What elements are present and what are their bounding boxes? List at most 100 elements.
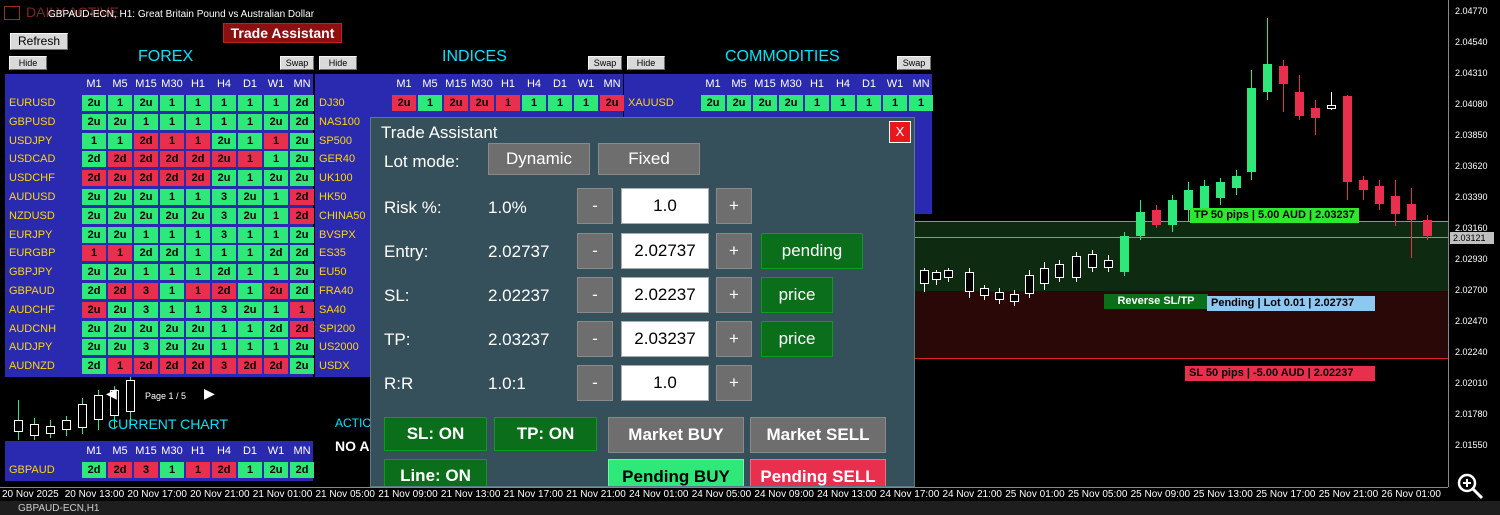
signal-cell-d1[interactable]: 2u — [238, 207, 262, 224]
signal-cell-m15[interactable]: 1 — [134, 226, 158, 243]
symbol-label[interactable]: NZDUSD — [5, 210, 81, 222]
signal-cell-m5[interactable]: 1 — [108, 132, 132, 149]
signal-cell-w1[interactable]: 1 — [264, 151, 288, 168]
sl-price-button[interactable]: price — [761, 277, 833, 313]
signal-cell-h1[interactable]: 1 — [186, 245, 210, 262]
indices-row[interactable]: DJ30 2u 1 2u 2u 1 1 1 1 2u — [315, 94, 625, 112]
signal-cell-m1[interactable]: 2u — [82, 95, 106, 111]
signal-cell-h4[interactable]: 3 — [212, 207, 236, 224]
signal-cell-m15[interactable]: 2u — [134, 189, 158, 205]
entry-input[interactable]: 2.02737 — [621, 233, 709, 269]
symbol-label[interactable]: AUDJPY — [5, 341, 81, 353]
signal-cell-m30[interactable]: 2u — [470, 95, 494, 111]
signal-cell-d1[interactable]: 1 — [238, 170, 262, 187]
signal-cell-d1[interactable]: 1 — [238, 132, 262, 149]
signal-cell-m15[interactable]: 2d — [134, 245, 158, 262]
entry-minus-button[interactable]: - — [577, 233, 613, 269]
symbol-label[interactable]: XAUUSD — [624, 97, 700, 109]
signal-cell-m5[interactable]: 1 — [108, 358, 132, 375]
signal-cell-mn[interactable]: 2u — [290, 358, 314, 375]
signal-cell-m15[interactable]: 2u — [444, 95, 468, 111]
signal-cell-w1[interactable]: 1 — [264, 207, 288, 224]
chart-tab[interactable]: GBPAUD-ECN,H1 — [18, 503, 100, 514]
signal-cell-h4[interactable]: 3 — [212, 358, 236, 375]
forex-row[interactable]: AUDJPY 2u 2u 3 2u 2u 1 1 1 2u — [5, 338, 315, 356]
signal-cell-m1[interactable]: 2u — [82, 113, 106, 130]
current-chart-row[interactable]: GBPAUD 2d 2d 3 1 1 2d 1 2u 2d — [5, 461, 315, 479]
signal-cell-mn[interactable]: 2d — [290, 245, 314, 262]
trade-assistant-badge[interactable]: Trade Assistant — [223, 23, 342, 43]
signal-cell-mn[interactable]: 2d — [290, 283, 314, 299]
signal-cell-d1[interactable]: 2d — [238, 358, 262, 375]
signal-cell-mn[interactable]: 2d — [290, 320, 314, 337]
signal-cell-h4[interactable]: 1 — [212, 339, 236, 356]
signal-cell-m5[interactable]: 2u — [108, 264, 132, 281]
symbol-label[interactable]: GBPAUD — [5, 285, 81, 297]
signal-cell-m1[interactable]: 2u — [82, 264, 106, 281]
signal-cell-m15[interactable]: 2d — [134, 132, 158, 149]
signal-cell-h1[interactable]: 2d — [186, 170, 210, 187]
risk-input[interactable]: 1.0 — [621, 188, 709, 224]
signal-cell-m5[interactable]: 2u — [108, 113, 132, 130]
signal-cell-mn[interactable]: 2d — [290, 95, 314, 111]
signal-cell-m5[interactable]: 2d — [108, 283, 132, 299]
signal-cell-mn[interactable]: 1 — [290, 301, 314, 318]
signal-cell-m5[interactable]: 2u — [108, 320, 132, 337]
signal-cell-w1[interactable]: 1 — [264, 95, 288, 111]
signal-cell-m15[interactable]: 3 — [134, 283, 158, 299]
signal-cell-m1[interactable]: 2u — [82, 189, 106, 205]
signal-cell-m1[interactable]: 2d — [82, 170, 106, 187]
sl-plus-button[interactable]: + — [716, 277, 752, 313]
signal-cell-h1[interactable]: 1 — [186, 132, 210, 149]
signal-cell-w1[interactable]: 1 — [264, 339, 288, 356]
signal-cell-m15[interactable]: 3 — [134, 301, 158, 318]
signal-cell-h1[interactable]: 1 — [186, 189, 210, 205]
signal-cell-m5[interactable]: 2u — [108, 301, 132, 318]
indices-hide-button[interactable]: Hide — [319, 56, 357, 70]
signal-cell-m30[interactable]: 1 — [160, 95, 184, 111]
signal-cell-m1[interactable]: 1 — [82, 132, 106, 149]
signal-cell-d1[interactable]: 1 — [238, 283, 262, 299]
forex-row[interactable]: USDCAD 2d 2d 2d 2d 2d 2u 1 1 2u — [5, 150, 315, 168]
signal-cell-m30[interactable]: 1 — [160, 283, 184, 299]
signal-cell-h4[interactable]: 3 — [212, 301, 236, 318]
symbol-label[interactable]: USDJPY — [5, 135, 81, 147]
signal-cell-h4[interactable]: 2u — [212, 170, 236, 187]
signal-cell-d1[interactable]: 1 — [238, 113, 262, 130]
signal-cell-h4[interactable]: 1 — [831, 95, 855, 111]
signal-cell-m1[interactable]: 2u — [82, 301, 106, 318]
forex-row[interactable]: AUDCNH 2u 2u 2u 2u 2u 1 1 2d 2d — [5, 320, 315, 338]
signal-cell-m15[interactable]: 1 — [134, 113, 158, 130]
signal-cell-m30[interactable]: 2u — [160, 320, 184, 337]
signal-cell-h1[interactable]: 1 — [186, 95, 210, 111]
signal-cell-m15[interactable]: 2d — [134, 170, 158, 187]
signal-cell-m1[interactable]: 2u — [82, 320, 106, 337]
signal-cell-mn[interactable]: 1 — [909, 95, 933, 111]
signal-cell-mn[interactable]: 2u — [290, 264, 314, 281]
forex-hide-button[interactable]: Hide — [9, 56, 47, 70]
signal-cell-m15[interactable]: 2u — [134, 95, 158, 111]
signal-cell-w1[interactable]: 1 — [883, 95, 907, 111]
signal-cell-m30[interactable]: 2u — [779, 95, 803, 111]
signal-cell-mn[interactable]: 2d — [290, 113, 314, 130]
signal-cell-m30[interactable]: 1 — [160, 189, 184, 205]
signal-cell-m1[interactable]: 2u — [82, 226, 106, 243]
refresh-button[interactable]: Refresh — [10, 33, 68, 50]
commodities-row[interactable]: XAUUSD 2u 2u 2u 2u 1 1 1 1 1 — [624, 94, 934, 112]
entry-plus-button[interactable]: + — [716, 233, 752, 269]
sl-minus-button[interactable]: - — [577, 277, 613, 313]
tp-input[interactable]: 2.03237 — [621, 321, 709, 357]
signal-cell-m1[interactable]: 1 — [82, 245, 106, 262]
signal-cell-h1[interactable]: 1 — [186, 462, 210, 478]
signal-cell-h4[interactable]: 1 — [212, 95, 236, 111]
signal-cell-h1[interactable]: 1 — [805, 95, 829, 111]
signal-cell-m5[interactable]: 2u — [108, 207, 132, 224]
signal-cell-d1[interactable]: 1 — [548, 95, 572, 111]
signal-cell-d1[interactable]: 1 — [238, 320, 262, 337]
rr-minus-button[interactable]: - — [577, 365, 613, 401]
signal-cell-m15[interactable]: 3 — [134, 462, 158, 478]
signal-cell-m5[interactable]: 2u — [108, 170, 132, 187]
lot-fixed-button[interactable]: Fixed — [598, 143, 700, 175]
signal-cell-mn[interactable]: 2u — [290, 151, 314, 168]
symbol-label[interactable]: EURJPY — [5, 229, 81, 241]
